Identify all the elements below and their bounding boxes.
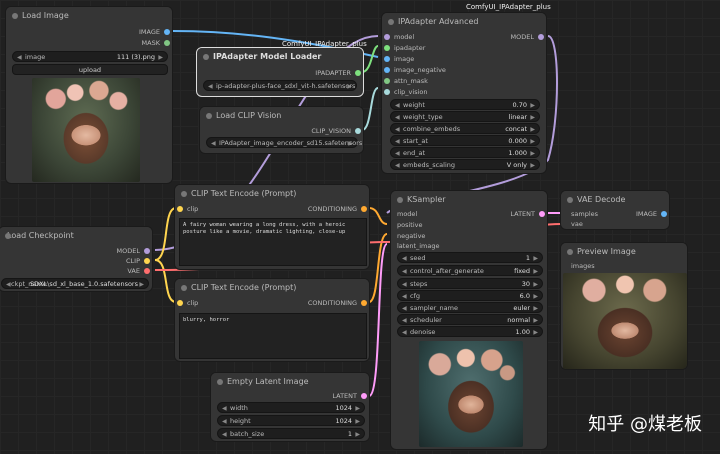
input-clip-vision[interactable]: clip_vision — [384, 87, 428, 97]
load-image-node[interactable]: Load Image IMAGE MASK ◀ image 111 (3).png ▶… — [5, 6, 173, 184]
node-title: Load Checkpoint — [0, 227, 152, 245]
ksampler-node[interactable]: KSampler LATENT model positive negative … — [390, 190, 548, 450]
input-model[interactable]: model — [384, 32, 414, 42]
ipadapter-advanced-node[interactable]: IPAdapter Advanced MODEL model ipadapter… — [381, 12, 547, 174]
input-negative[interactable]: negative — [397, 231, 425, 241]
output-model[interactable]: MODEL — [117, 246, 150, 256]
input-clip[interactable]: clip — [177, 204, 198, 214]
output-model[interactable]: MODEL — [511, 32, 544, 42]
input-samples[interactable]: samples — [571, 209, 598, 219]
input-attn-mask[interactable]: attn_mask — [384, 76, 428, 86]
empty-latent-image-node[interactable]: Empty Latent Image LATENT ◀ width 1024 ▶ ◀ h… — [210, 372, 370, 442]
ckpt-name-select[interactable]: ◀ ckpt_name SDXL\sd_xl_base_1.0.safetensor… — [1, 278, 149, 289]
input-model[interactable]: model — [397, 209, 417, 219]
positive-prompt-textarea[interactable]: A fairy woman wearing a long dress, with… — [179, 218, 367, 266]
negative-prompt-textarea[interactable]: blurry, horror — [179, 313, 367, 359]
input-image-negative[interactable]: image_negative — [384, 65, 446, 75]
width-widget[interactable]: ◀ width 1024 ▶ — [217, 402, 365, 413]
sampler-name-widget[interactable]: ◀ sampler_name euler ▶ — [397, 302, 543, 313]
output-conditioning[interactable]: CONDITIONING — [308, 298, 367, 308]
vae-decode-node[interactable]: VAE Decode samples vae IMAGE — [560, 190, 670, 230]
weight-widget[interactable]: ◀ weight 0.70 ▶ — [390, 99, 540, 110]
node-title: Load Image — [6, 7, 172, 25]
input-vae[interactable]: vae — [571, 219, 583, 229]
image-select[interactable]: ◀ image 111 (3).png ▶ — [12, 51, 168, 62]
output-latent[interactable]: LATENT — [510, 209, 545, 219]
output-image[interactable]: IMAGE — [636, 209, 667, 219]
node-title: VAE Decode — [561, 191, 669, 209]
input-ipadapter[interactable]: ipadapter — [384, 43, 425, 53]
height-widget[interactable]: ◀ height 1024 ▶ — [217, 415, 365, 426]
node-title: IPAdapter Advanced — [382, 13, 546, 31]
upload-button[interactable]: upload — [12, 64, 168, 75]
start-at-widget[interactable]: ◀ start_at 0.000 ▶ — [390, 135, 540, 146]
end-at-widget[interactable]: ◀ end_at 1.000 ▶ — [390, 147, 540, 158]
load-checkpoint-node[interactable]: Load Checkpoint MODEL CLIP VAE ◀ ckpt_nam… — [0, 226, 153, 292]
clip-text-encode-negative-node[interactable]: CLIP Text Encode (Prompt) clip CONDITION… — [174, 278, 370, 362]
output-conditioning[interactable]: CONDITIONING — [308, 204, 367, 214]
node-title: CLIP Text Encode (Prompt) — [175, 279, 369, 297]
node-title: Preview Image — [561, 243, 687, 261]
steps-widget[interactable]: ◀ steps 30 ▶ — [397, 278, 543, 289]
batch-size-widget[interactable]: ◀ batch_size 1 ▶ — [217, 428, 365, 439]
watermark: 知乎 @煤老板 — [588, 414, 702, 435]
output-mask[interactable]: MASK — [142, 38, 170, 48]
output-clip[interactable]: CLIP — [126, 256, 150, 266]
node-title: Empty Latent Image — [211, 373, 369, 391]
input-positive[interactable]: positive — [397, 220, 423, 230]
output-latent[interactable]: LATENT — [332, 391, 367, 401]
input-portrait-image — [32, 78, 140, 182]
output-ipadapter[interactable]: IPADAPTER — [315, 68, 361, 78]
scheduler-widget[interactable]: ◀ scheduler normal ▶ — [397, 314, 543, 325]
weight-type-widget[interactable]: ◀ weight_type linear ▶ — [390, 111, 540, 122]
input-clip[interactable]: clip — [177, 298, 198, 308]
combine-embeds-widget[interactable]: ◀ combine_embeds concat ▶ — [390, 123, 540, 134]
control-after-generate-widget[interactable]: ◀ control_after_generate fixed ▶ — [397, 265, 543, 276]
input-images[interactable]: images — [571, 261, 595, 271]
node-title: Load CLIP Vision — [200, 107, 363, 125]
ksampler-preview-image — [419, 341, 523, 447]
output-image[interactable]: IMAGE — [139, 27, 170, 37]
clip-text-encode-positive-node[interactable]: CLIP Text Encode (Prompt) clip CONDITION… — [174, 184, 370, 270]
cfg-widget[interactable]: ◀ cfg 6.0 ▶ — [397, 290, 543, 301]
input-image[interactable]: image — [384, 54, 414, 64]
ipadapter-file-select[interactable]: ◀ ip-adapter-plus-face_sdxl_vit-h.safeten… — [203, 80, 357, 91]
node-title: KSampler — [391, 191, 547, 209]
embeds-scaling-widget[interactable]: ◀ embeds_scaling V only ▶ — [390, 159, 540, 170]
output-vae[interactable]: VAE — [127, 266, 150, 276]
node-title: IPAdapter Model Loader — [197, 48, 363, 66]
load-clip-vision-node[interactable]: Load CLIP Vision CLIP_VISION ◀ IPAdapter_… — [199, 106, 364, 154]
clip-vision-file-select[interactable]: ◀ IPAdapter_image_encoder_sd15.safetensor… — [206, 137, 362, 148]
group-label-top: ComfyUI_IPAdapter_plus — [466, 3, 551, 11]
denoise-widget[interactable]: ◀ denoise 1.00 ▶ — [397, 326, 543, 337]
seed-widget[interactable]: ◀ seed 1 ▶ — [397, 252, 543, 263]
output-preview-image — [563, 273, 687, 369]
ipadapter-model-loader-node[interactable]: IPAdapter Model Loader IPADAPTER ◀ ip-ada… — [196, 47, 364, 97]
output-clip-vision[interactable]: CLIP_VISION — [311, 126, 361, 136]
preview-image-node[interactable]: Preview Image images — [560, 242, 688, 370]
node-title: CLIP Text Encode (Prompt) — [175, 185, 369, 203]
input-latent-image[interactable]: latent_image — [397, 241, 440, 251]
